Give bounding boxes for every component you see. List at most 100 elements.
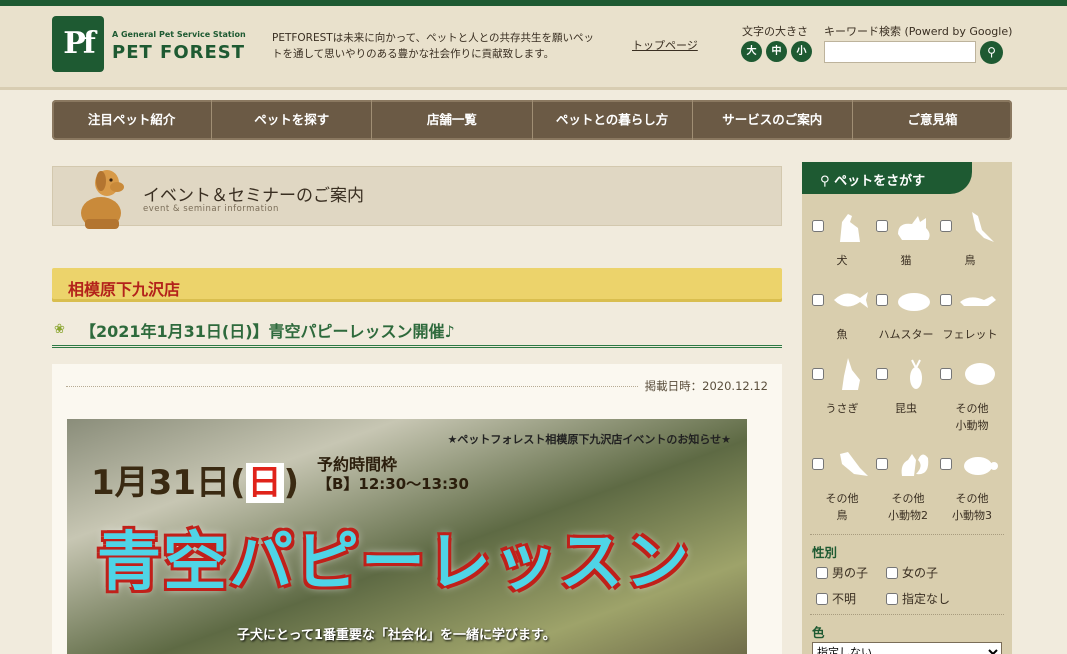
color-select[interactable]: 指定しない bbox=[812, 642, 1002, 654]
search-button[interactable]: ⚲ bbox=[980, 41, 1003, 64]
gender-checkbox[interactable] bbox=[816, 593, 828, 605]
gender-option-unknown[interactable]: 不明 bbox=[816, 590, 856, 607]
gender-option-label: 不明 bbox=[832, 592, 857, 606]
gender-option-label: 男の子 bbox=[832, 566, 869, 580]
pet-option-bird[interactable]: 鳥 bbox=[938, 208, 1002, 278]
flyer-date: 1月31日(日) bbox=[91, 455, 299, 504]
pet-option-fish[interactable]: 魚 bbox=[810, 282, 874, 352]
top-page-link[interactable]: トップページ bbox=[632, 37, 698, 53]
pet-checkbox[interactable] bbox=[876, 294, 888, 306]
sidebar-heading-label: ペットをさがす bbox=[834, 174, 926, 189]
pet-search-sidebar: ⚲ ペットをさがす 犬 猫 鳥 魚 ハムスター フェレット うさぎ 昆虫 その他… bbox=[802, 162, 1012, 654]
pet-label: その他 小動物3 bbox=[952, 492, 992, 522]
pet-label: 犬 bbox=[836, 254, 848, 267]
store-name: 相模原下九沢店 bbox=[68, 280, 181, 299]
event-heading: ❀ 【2021年1月31日(日)】青空パピーレッスン開催♪ bbox=[52, 316, 782, 348]
nav-living-with-pets[interactable]: ペットとの暮らし方 bbox=[533, 100, 693, 140]
flyer-date-main: 1月31日( bbox=[91, 463, 246, 503]
pet-label: その他 小動物 bbox=[955, 402, 989, 432]
sidebar-heading-text: ⚲ ペットをさがす bbox=[820, 170, 925, 189]
event-flyer-image: ★ペットフォレスト相模原下九沢店イベントのお知らせ★ 1月31日(日) 予約時間… bbox=[67, 419, 747, 654]
pet-checkbox[interactable] bbox=[812, 294, 824, 306]
pet-checkbox[interactable] bbox=[940, 368, 952, 380]
insect-icon bbox=[910, 359, 922, 389]
ferret-icon bbox=[960, 296, 996, 306]
font-size-large-button[interactable]: 大 bbox=[741, 41, 762, 62]
site-header: Pf A General Pet Service Station PET FOR… bbox=[0, 6, 1067, 90]
font-size-buttons: 大 中 小 bbox=[741, 41, 812, 62]
pet-option-dog[interactable]: 犬 bbox=[810, 208, 874, 278]
nav-featured-pets[interactable]: 注目ペット紹介 bbox=[52, 100, 213, 140]
pet-checkbox[interactable] bbox=[940, 458, 952, 470]
fish-icon bbox=[834, 292, 868, 308]
pet-option-other-bird[interactable]: その他鳥 bbox=[810, 446, 874, 522]
flyer-header: ★ペットフォレスト相模原下九沢店イベントのお知らせ★ bbox=[447, 433, 731, 446]
cat-icon bbox=[898, 216, 930, 240]
paw-icon: ❀ bbox=[54, 322, 65, 337]
event-title: 【2021年1月31日(日)】青空パピーレッスン開催♪ bbox=[80, 322, 455, 341]
pet-option-turtle[interactable]: その他 小動物3 bbox=[938, 446, 1002, 522]
other-bird-icon bbox=[840, 452, 868, 476]
logo-tagline: A General Pet Service Station bbox=[112, 30, 246, 39]
global-nav: 注目ペット紹介 ペットを探す 店舗一覧 ペットとの暮らし方 サービスのご案内 ご… bbox=[52, 100, 1012, 140]
keyword-search-input[interactable] bbox=[824, 41, 976, 63]
site-logo[interactable]: Pf A General Pet Service Station PET FOR… bbox=[52, 16, 246, 76]
pet-checkbox[interactable] bbox=[812, 368, 824, 380]
gender-option-label: 女の子 bbox=[902, 566, 939, 580]
gender-checkbox[interactable] bbox=[886, 593, 898, 605]
pet-label: うさぎ bbox=[825, 402, 859, 415]
pet-checkbox[interactable] bbox=[876, 368, 888, 380]
rabbit-icon bbox=[842, 358, 860, 390]
gender-option-label: 指定なし bbox=[902, 592, 951, 606]
pet-checkbox[interactable] bbox=[876, 220, 888, 232]
nav-find-pets[interactable]: ペットを探す bbox=[212, 100, 373, 140]
keyword-search-label: キーワード検索 (Powerd by Google) bbox=[824, 25, 1013, 38]
pet-checkbox[interactable] bbox=[940, 294, 952, 306]
pet-checkbox[interactable] bbox=[812, 458, 824, 470]
gender-option-male[interactable]: 男の子 bbox=[816, 564, 868, 581]
font-size-medium-button[interactable]: 中 bbox=[766, 41, 787, 62]
pet-checkbox[interactable] bbox=[812, 220, 824, 232]
pet-option-small-animal[interactable]: その他 小動物 bbox=[938, 356, 1002, 432]
pet-option-squirrel[interactable]: その他 小動物2 bbox=[874, 446, 938, 522]
pet-checkbox[interactable] bbox=[876, 458, 888, 470]
nav-feedback[interactable]: ご意見箱 bbox=[853, 100, 1012, 140]
divider bbox=[810, 534, 1004, 535]
turtle-icon bbox=[964, 457, 998, 475]
pet-label: 魚 bbox=[836, 328, 848, 341]
squirrel-icon bbox=[901, 454, 929, 476]
dog-icon bbox=[840, 214, 860, 242]
pet-option-ferret[interactable]: フェレット bbox=[938, 282, 1002, 352]
small-animal-icon bbox=[965, 363, 995, 385]
pet-option-insect[interactable]: 昆虫 bbox=[874, 356, 938, 426]
pet-option-rabbit[interactable]: うさぎ bbox=[810, 356, 874, 426]
pet-option-cat[interactable]: 猫 bbox=[874, 208, 938, 278]
section-title: イベント＆セミナーのご案内 bbox=[143, 186, 364, 206]
nav-stores[interactable]: 店舗一覧 bbox=[372, 100, 533, 140]
flyer-slot-time: 【B】12:30～13:30 bbox=[317, 475, 469, 493]
pet-checkbox[interactable] bbox=[940, 220, 952, 232]
pet-label: 昆虫 bbox=[895, 402, 917, 415]
section-subtitle: event & seminar information bbox=[143, 204, 279, 214]
logo-name: PET FOREST bbox=[112, 42, 246, 63]
flyer-main-title: 青空パピーレッスン bbox=[97, 526, 691, 600]
pet-label: ハムスター bbox=[878, 328, 934, 341]
nav-services[interactable]: サービスのご案内 bbox=[693, 100, 853, 140]
logo-mark: Pf bbox=[52, 16, 104, 72]
gender-label: 性別 bbox=[812, 545, 838, 560]
event-post: 掲載日時：2020.12.12 ★ペットフォレスト相模原下九沢店イベントのお知ら… bbox=[52, 364, 782, 654]
gender-option-female[interactable]: 女の子 bbox=[886, 564, 938, 581]
bird-icon bbox=[972, 212, 994, 242]
site-tagline: PETFORESTは未来に向かって、ペットと人との共存共生を願いペットを通して思… bbox=[272, 32, 595, 60]
pet-option-hamster[interactable]: ハムスター bbox=[874, 282, 938, 352]
flyer-caption: 子犬にとって1番重要な「社会化」を一緒に学びます。 bbox=[237, 628, 556, 643]
pet-label: その他鳥 bbox=[825, 492, 859, 522]
gender-option-any[interactable]: 指定なし bbox=[886, 590, 950, 607]
gender-checkbox[interactable] bbox=[816, 567, 828, 579]
sidebar-heading: ⚲ ペットをさがす bbox=[802, 162, 972, 194]
gender-checkbox[interactable] bbox=[886, 567, 898, 579]
store-heading: 相模原下九沢店 bbox=[52, 268, 782, 302]
font-size-small-button[interactable]: 小 bbox=[791, 41, 812, 62]
flyer-slot-label: 予約時間枠 bbox=[317, 455, 398, 474]
flyer-date-day: 日 bbox=[245, 463, 284, 503]
